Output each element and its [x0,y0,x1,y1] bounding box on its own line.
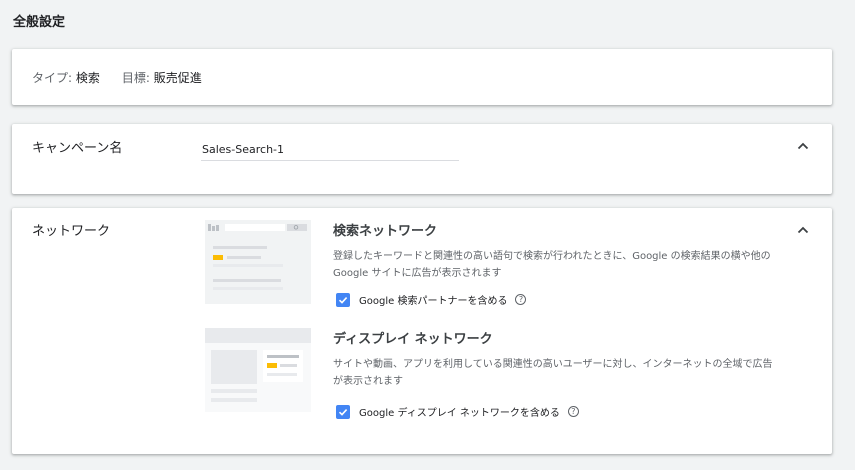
check-icon [338,296,348,304]
page-title: 全般設定 [13,15,66,30]
goal-summary: 目標: 販売促進 [122,69,202,86]
campaign-name-card: キャンペーン名 [12,124,832,194]
goal-value: 販売促進 [153,71,202,85]
help-circle-icon[interactable]: ? [567,406,579,417]
campaign-name-label: キャンペーン名 [32,141,123,156]
network-card: ネットワーク 検索ネットワーク 登録したキーワードと関連性の高い語句で検索が行わ… [12,208,832,454]
network-label: ネットワーク [32,224,111,239]
display-network-checkbox[interactable] [336,404,350,419]
search-network-illustration [205,220,311,304]
goal-label: 目標: [121,71,150,85]
search-partners-checkbox-row[interactable]: Google 検索パートナーを含める ? [336,292,527,307]
search-network-title: 検索ネットワーク [333,224,438,239]
check-icon [338,408,348,416]
campaign-summary-card: タイプ: 検索 目標: 販売促進 [12,49,832,105]
display-network-description: サイトや動画、アプリを利用している関連性の高いユーザーに対し、インターネットの全… [333,359,773,387]
display-network-illustration [205,328,311,412]
display-network-title: ディスプレイ ネットワーク [333,332,493,347]
search-network-description: 登録したキーワードと関連性の高い語句で検索が行われたときに、Google の検索… [333,251,771,279]
type-label: タイプ: [32,71,73,85]
type-summary: タイプ: 検索 [32,69,100,86]
display-network-checkbox-row[interactable]: Google ディスプレイ ネットワークを含める ? [336,404,579,419]
chevron-up-icon[interactable] [796,223,810,237]
search-partners-label: Google 検索パートナーを含める [359,296,508,307]
chevron-up-icon[interactable] [796,139,810,153]
campaign-name-input[interactable] [201,139,459,161]
type-value: 検索 [75,71,100,85]
help-circle-icon[interactable]: ? [515,294,527,305]
search-partners-checkbox[interactable] [336,292,350,307]
display-network-label: Google ディスプレイ ネットワークを含める [359,408,560,419]
